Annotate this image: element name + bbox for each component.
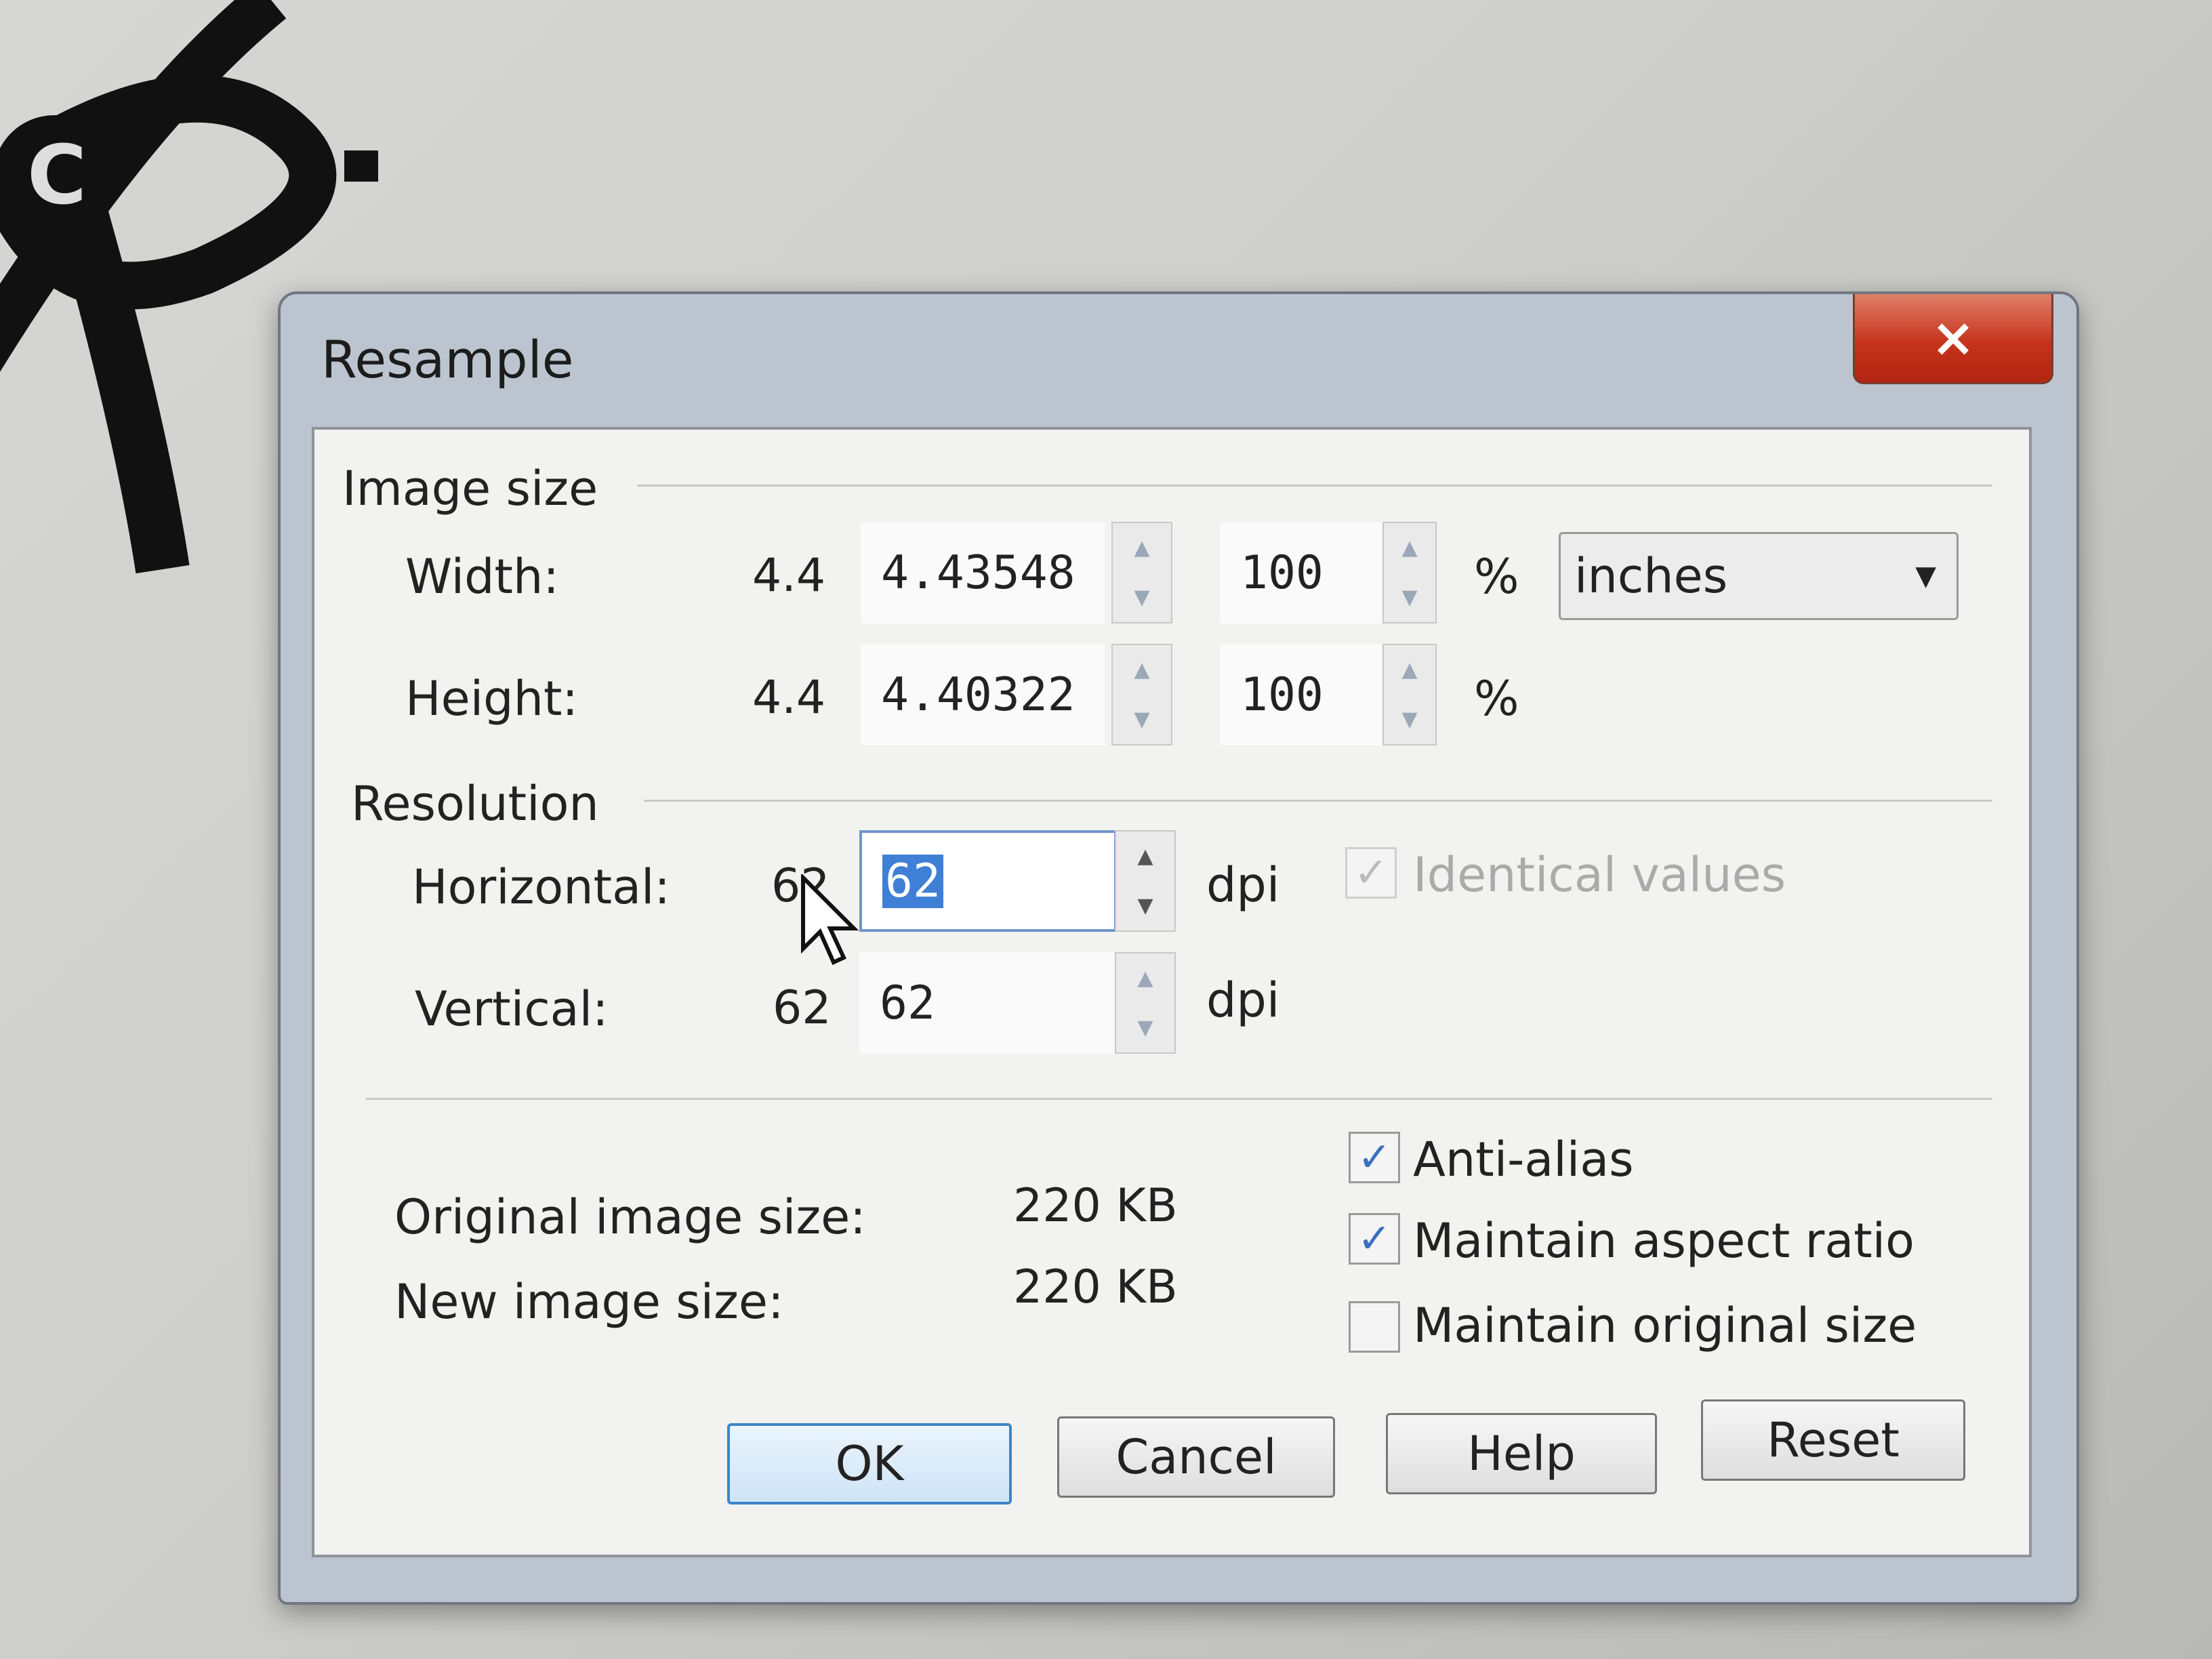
horizontal-input[interactable]: 62 — [859, 830, 1117, 932]
width-percent-input[interactable]: 100 — [1220, 522, 1382, 623]
background-dot — [344, 150, 378, 182]
vertical-label: Vertical: — [415, 981, 609, 1037]
height-current: 4.4 — [752, 671, 826, 724]
maintain-original-label: Maintain original size — [1413, 1298, 1917, 1353]
width-percent-value: 100 — [1240, 546, 1324, 600]
image-size-heading: Image size — [342, 461, 598, 516]
height-percent-spinner[interactable]: ▲ ▼ — [1382, 644, 1437, 745]
resolution-divider — [644, 800, 1992, 802]
spin-up-icon[interactable]: ▲ — [1137, 844, 1153, 868]
spin-down-icon[interactable]: ▼ — [1401, 586, 1417, 609]
spin-up-icon[interactable]: ▲ — [1134, 658, 1149, 682]
close-icon: × — [1931, 308, 1975, 369]
dialog-title: Resample — [321, 329, 574, 390]
help-button[interactable]: Help — [1386, 1413, 1657, 1494]
maintain-aspect-checkbox[interactable]: ✓ — [1349, 1213, 1400, 1265]
width-spinner[interactable]: ▲ ▼ — [1111, 522, 1172, 623]
close-button[interactable]: × — [1853, 294, 2053, 384]
reset-button[interactable]: Reset — [1701, 1399, 1965, 1481]
spin-up-icon[interactable]: ▲ — [1401, 658, 1417, 682]
vertical-input[interactable]: 62 — [859, 952, 1117, 1054]
vertical-current: 62 — [773, 981, 832, 1035]
width-value: 4.43548 — [881, 546, 1076, 600]
horizontal-unit: dpi — [1206, 857, 1280, 913]
horizontal-label: Horizontal: — [412, 859, 671, 915]
spin-down-icon[interactable]: ▼ — [1134, 586, 1149, 609]
original-size-value: 220 KB — [1013, 1179, 1178, 1233]
height-percent-value: 100 — [1240, 668, 1324, 722]
units-selected: inches — [1574, 548, 1728, 604]
spin-up-icon[interactable]: ▲ — [1137, 966, 1153, 990]
new-size-value: 220 KB — [1013, 1261, 1178, 1314]
chevron-down-icon[interactable]: ▼ — [1915, 560, 1936, 592]
vertical-value: 62 — [880, 976, 935, 1030]
spin-up-icon[interactable]: ▲ — [1401, 536, 1417, 560]
resolution-heading: Resolution — [351, 776, 599, 832]
spin-down-icon[interactable]: ▼ — [1134, 708, 1149, 731]
units-dropdown[interactable]: inches ▼ — [1559, 532, 1959, 620]
height-value: 4.40322 — [881, 668, 1076, 722]
spin-down-icon[interactable]: ▼ — [1401, 708, 1417, 731]
width-percent-spinner[interactable]: ▲ ▼ — [1382, 522, 1437, 623]
horizontal-spinner[interactable]: ▲ ▼ — [1115, 830, 1176, 932]
anti-alias-checkbox[interactable]: ✓ — [1349, 1132, 1400, 1183]
image-size-divider — [637, 485, 1992, 487]
height-label: Height: — [405, 671, 578, 726]
svg-text:C: C — [27, 129, 87, 223]
cancel-button[interactable]: Cancel — [1057, 1416, 1335, 1498]
new-size-label: New image size: — [394, 1274, 784, 1330]
spin-down-icon[interactable]: ▼ — [1137, 1016, 1153, 1040]
width-label: Width: — [405, 549, 559, 605]
spin-up-icon[interactable]: ▲ — [1134, 536, 1149, 560]
height-spinner[interactable]: ▲ ▼ — [1111, 644, 1172, 745]
width-percent-unit: % — [1474, 549, 1519, 605]
ok-button[interactable]: OK — [727, 1423, 1012, 1504]
spin-down-icon[interactable]: ▼ — [1137, 894, 1153, 918]
title-bar[interactable]: Resample × — [281, 294, 2076, 430]
maintain-aspect-label: Maintain aspect ratio — [1413, 1213, 1914, 1269]
mouse-cursor-icon — [801, 874, 859, 966]
anti-alias-label: Anti-alias — [1413, 1132, 1634, 1187]
maintain-original-checkbox[interactable] — [1349, 1301, 1400, 1353]
identical-values-label: Identical values — [1413, 847, 1786, 903]
vertical-unit: dpi — [1206, 972, 1280, 1028]
original-size-label: Original image size: — [394, 1189, 866, 1245]
height-percent-input[interactable]: 100 — [1220, 644, 1382, 745]
height-percent-unit: % — [1474, 671, 1519, 726]
identical-values-checkbox[interactable]: ✓ — [1345, 847, 1397, 899]
width-current: 4.4 — [752, 549, 826, 602]
width-input[interactable]: 4.43548 — [861, 522, 1105, 623]
horizontal-value: 62 — [882, 854, 943, 908]
height-input[interactable]: 4.40322 — [861, 644, 1105, 745]
vertical-spinner[interactable]: ▲ ▼ — [1115, 952, 1176, 1054]
info-divider — [366, 1098, 1992, 1100]
